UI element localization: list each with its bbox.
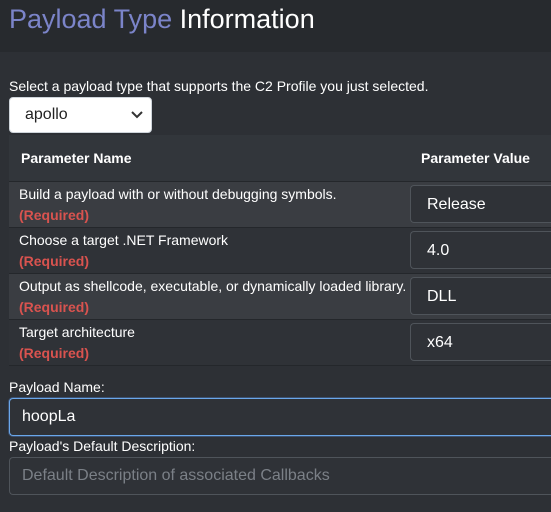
payload-type-select-value: apollo [25,106,68,123]
page-title-rest: Information [179,4,315,34]
parameters-table-header: Parameter Name Parameter Value [9,135,551,182]
parameter-value-select-debug[interactable]: Release [410,185,551,223]
parameter-value: x64 [427,334,453,351]
column-header-parameter-name: Parameter Name [21,150,132,166]
payload-type-instructions: Select a payload type that supports the … [9,78,429,94]
required-label: (Required) [19,207,89,223]
payload-name-label: Payload Name: [9,379,105,395]
parameter-value: Release [427,196,486,213]
parameter-description: Choose a target .NET Framework [19,232,229,248]
required-label: (Required) [19,253,89,269]
page-header: Payload Type Information [0,0,551,52]
parameter-description: Target architecture [19,324,135,340]
parameter-value-select-architecture[interactable]: x64 [410,323,551,361]
parameter-description: Output as shellcode, executable, or dyna… [19,278,407,294]
default-description-input[interactable]: Default Description of associated Callba… [9,457,551,495]
parameters-table: Parameter Name Parameter Value Build a p… [9,135,551,366]
parameter-value: DLL [427,288,457,305]
payload-name-value: hoopLa [22,408,76,425]
required-label: (Required) [19,299,89,315]
payload-type-select[interactable]: apollo [9,97,152,133]
table-row: Choose a target .NET Framework (Required… [9,228,551,274]
table-row: Target architecture (Required) x64 [9,320,551,366]
page-title: Payload Type Information [9,2,315,36]
payload-name-input[interactable]: hoopLa [9,398,551,436]
column-header-parameter-value: Parameter Value [421,150,530,166]
table-row: Output as shellcode, executable, or dyna… [9,274,551,320]
table-row: Build a payload with or without debuggin… [9,182,551,228]
default-description-placeholder: Default Description of associated Callba… [22,467,330,484]
parameter-value: 4.0 [427,242,450,259]
parameter-value-select-output[interactable]: DLL [410,277,551,315]
default-description-label: Payload's Default Description: [9,438,196,454]
chevron-down-icon [131,111,143,119]
required-label: (Required) [19,345,89,361]
page-title-accent: Payload Type [9,4,173,34]
parameter-description: Build a payload with or without debuggin… [19,186,337,202]
parameter-value-select-framework[interactable]: 4.0 [410,231,551,269]
